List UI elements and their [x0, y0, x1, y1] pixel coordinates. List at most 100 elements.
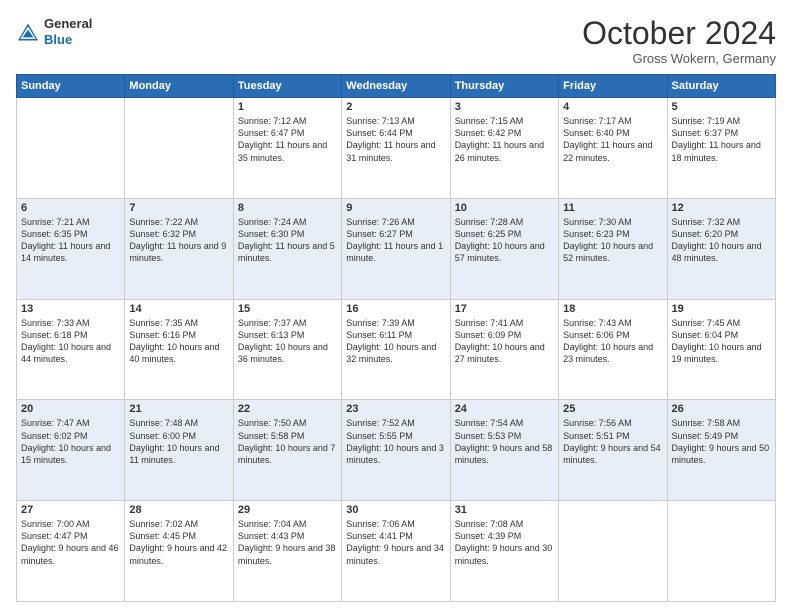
cell-info: Sunrise: 7:26 AM Sunset: 6:27 PM Dayligh…	[346, 216, 445, 265]
table-row: 9 Sunrise: 7:26 AM Sunset: 6:27 PM Daylig…	[342, 198, 450, 299]
table-row: 2 Sunrise: 7:13 AM Sunset: 6:44 PM Daylig…	[342, 98, 450, 199]
table-row: 30Sunrise: 7:06 AM Sunset: 4:41 PM Dayli…	[342, 501, 450, 602]
cell-info: Sunrise: 7:08 AM Sunset: 4:39 PM Dayligh…	[455, 518, 554, 567]
day-number: 3	[455, 101, 554, 113]
day-number: 21	[129, 403, 228, 415]
cell-info: Sunrise: 7:13 AM Sunset: 6:44 PM Dayligh…	[346, 115, 445, 164]
cell-info: Sunrise: 7:43 AM Sunset: 6:06 PM Dayligh…	[563, 317, 662, 366]
table-row: 4 Sunrise: 7:17 AM Sunset: 6:40 PM Daylig…	[559, 98, 667, 199]
calendar-row: 27Sunrise: 7:00 AM Sunset: 4:47 PM Dayli…	[17, 501, 776, 602]
day-number: 23	[346, 403, 445, 415]
table-row: 20 Sunrise: 7:47 AM Sunset: 6:02 PM Dayli…	[17, 400, 125, 501]
calendar: Sunday Monday Tuesday Wednesday Thursday…	[16, 74, 776, 602]
day-number: 18	[563, 303, 662, 315]
header: General Blue October 2024 Gross Wokern, …	[16, 16, 776, 66]
cell-info: Sunrise: 7:37 AM Sunset: 6:13 PM Dayligh…	[238, 317, 337, 366]
cell-info: Sunrise: 7:02 AM Sunset: 4:45 PM Dayligh…	[129, 518, 228, 567]
table-row: 14Sunrise: 7:35 AM Sunset: 6:16 PM Dayli…	[125, 299, 233, 400]
table-row	[17, 98, 125, 199]
cell-info: Sunrise: 7:47 AM Sunset: 6:02 PM Dayligh…	[21, 417, 120, 466]
table-row: 19Sunrise: 7:45 AM Sunset: 6:04 PM Dayli…	[667, 299, 775, 400]
day-number: 4	[563, 101, 662, 113]
day-number: 6	[21, 202, 120, 214]
cell-info: Sunrise: 7:24 AM Sunset: 6:30 PM Dayligh…	[238, 216, 337, 265]
cell-info: Sunrise: 7:22 AM Sunset: 6:32 PM Dayligh…	[129, 216, 228, 265]
col-thursday: Thursday	[450, 75, 558, 98]
table-row: 5Sunrise: 7:19 AM Sunset: 6:37 PM Daylig…	[667, 98, 775, 199]
cell-info: Sunrise: 7:52 AM Sunset: 5:55 PM Dayligh…	[346, 417, 445, 466]
title-block: October 2024 Gross Wokern, Germany	[582, 16, 776, 66]
cell-info: Sunrise: 7:15 AM Sunset: 6:42 PM Dayligh…	[455, 115, 554, 164]
day-number: 15	[238, 303, 337, 315]
day-number: 31	[455, 504, 554, 516]
calendar-row: 1Sunrise: 7:12 AM Sunset: 6:47 PM Daylig…	[17, 98, 776, 199]
cell-info: Sunrise: 7:50 AM Sunset: 5:58 PM Dayligh…	[238, 417, 337, 466]
day-number: 25	[563, 403, 662, 415]
table-row: 1Sunrise: 7:12 AM Sunset: 6:47 PM Daylig…	[233, 98, 341, 199]
table-row	[667, 501, 775, 602]
day-number: 5	[672, 101, 771, 113]
table-row: 27Sunrise: 7:00 AM Sunset: 4:47 PM Dayli…	[17, 501, 125, 602]
day-number: 17	[455, 303, 554, 315]
cell-info: Sunrise: 7:54 AM Sunset: 5:53 PM Dayligh…	[455, 417, 554, 466]
table-row: 21 Sunrise: 7:48 AM Sunset: 6:00 PM Dayli…	[125, 400, 233, 501]
day-number: 13	[21, 303, 120, 315]
cell-info: Sunrise: 7:56 AM Sunset: 5:51 PM Dayligh…	[563, 417, 662, 466]
table-row: 23 Sunrise: 7:52 AM Sunset: 5:55 PM Dayli…	[342, 400, 450, 501]
day-number: 10	[455, 202, 554, 214]
header-row: Sunday Monday Tuesday Wednesday Thursday…	[17, 75, 776, 98]
table-row	[125, 98, 233, 199]
table-row: 7 Sunrise: 7:22 AM Sunset: 6:32 PM Daylig…	[125, 198, 233, 299]
day-number: 12	[672, 202, 771, 214]
table-row: 8 Sunrise: 7:24 AM Sunset: 6:30 PM Daylig…	[233, 198, 341, 299]
table-row: 28 Sunrise: 7:02 AM Sunset: 4:45 PM Dayli…	[125, 501, 233, 602]
table-row: 16 Sunrise: 7:39 AM Sunset: 6:11 PM Dayli…	[342, 299, 450, 400]
table-row	[559, 501, 667, 602]
table-row: 18 Sunrise: 7:43 AM Sunset: 6:06 PM Dayli…	[559, 299, 667, 400]
day-number: 8	[238, 202, 337, 214]
cell-info: Sunrise: 7:32 AM Sunset: 6:20 PM Dayligh…	[672, 216, 771, 265]
col-saturday: Saturday	[667, 75, 775, 98]
day-number: 1	[238, 101, 337, 113]
cell-info: Sunrise: 7:48 AM Sunset: 6:00 PM Dayligh…	[129, 417, 228, 466]
col-monday: Monday	[125, 75, 233, 98]
day-number: 2	[346, 101, 445, 113]
day-number: 27	[21, 504, 120, 516]
day-number: 29	[238, 504, 337, 516]
calendar-row: 13 Sunrise: 7:33 AM Sunset: 6:18 PM Dayli…	[17, 299, 776, 400]
cell-info: Sunrise: 7:45 AM Sunset: 6:04 PM Dayligh…	[672, 317, 771, 366]
table-row: 26 Sunrise: 7:58 AM Sunset: 5:49 PM Dayli…	[667, 400, 775, 501]
table-row: 15 Sunrise: 7:37 AM Sunset: 6:13 PM Dayli…	[233, 299, 341, 400]
table-row: 24Sunrise: 7:54 AM Sunset: 5:53 PM Dayli…	[450, 400, 558, 501]
calendar-row: 6 Sunrise: 7:21 AM Sunset: 6:35 PM Daylig…	[17, 198, 776, 299]
day-number: 26	[672, 403, 771, 415]
table-row: 22 Sunrise: 7:50 AM Sunset: 5:58 PM Dayli…	[233, 400, 341, 501]
day-number: 16	[346, 303, 445, 315]
table-row: 3 Sunrise: 7:15 AM Sunset: 6:42 PM Daylig…	[450, 98, 558, 199]
location: Gross Wokern, Germany	[582, 51, 776, 66]
day-number: 30	[346, 504, 445, 516]
col-sunday: Sunday	[17, 75, 125, 98]
day-number: 9	[346, 202, 445, 214]
table-row: 12 Sunrise: 7:32 AM Sunset: 6:20 PM Dayli…	[667, 198, 775, 299]
logo-icon	[16, 22, 40, 42]
logo: General Blue	[16, 16, 92, 47]
cell-info: Sunrise: 7:41 AM Sunset: 6:09 PM Dayligh…	[455, 317, 554, 366]
cell-info: Sunrise: 7:21 AM Sunset: 6:35 PM Dayligh…	[21, 216, 120, 265]
table-row: 29Sunrise: 7:04 AM Sunset: 4:43 PM Dayli…	[233, 501, 341, 602]
logo-text: General Blue	[44, 16, 92, 47]
table-row: 6 Sunrise: 7:21 AM Sunset: 6:35 PM Daylig…	[17, 198, 125, 299]
day-number: 28	[129, 504, 228, 516]
table-row: 13 Sunrise: 7:33 AM Sunset: 6:18 PM Dayli…	[17, 299, 125, 400]
col-friday: Friday	[559, 75, 667, 98]
cell-info: Sunrise: 7:17 AM Sunset: 6:40 PM Dayligh…	[563, 115, 662, 164]
cell-info: Sunrise: 7:33 AM Sunset: 6:18 PM Dayligh…	[21, 317, 120, 366]
day-number: 20	[21, 403, 120, 415]
day-number: 22	[238, 403, 337, 415]
cell-info: Sunrise: 7:58 AM Sunset: 5:49 PM Dayligh…	[672, 417, 771, 466]
cell-info: Sunrise: 7:39 AM Sunset: 6:11 PM Dayligh…	[346, 317, 445, 366]
calendar-row: 20 Sunrise: 7:47 AM Sunset: 6:02 PM Dayli…	[17, 400, 776, 501]
day-number: 14	[129, 303, 228, 315]
day-number: 7	[129, 202, 228, 214]
table-row: 10Sunrise: 7:28 AM Sunset: 6:25 PM Dayli…	[450, 198, 558, 299]
